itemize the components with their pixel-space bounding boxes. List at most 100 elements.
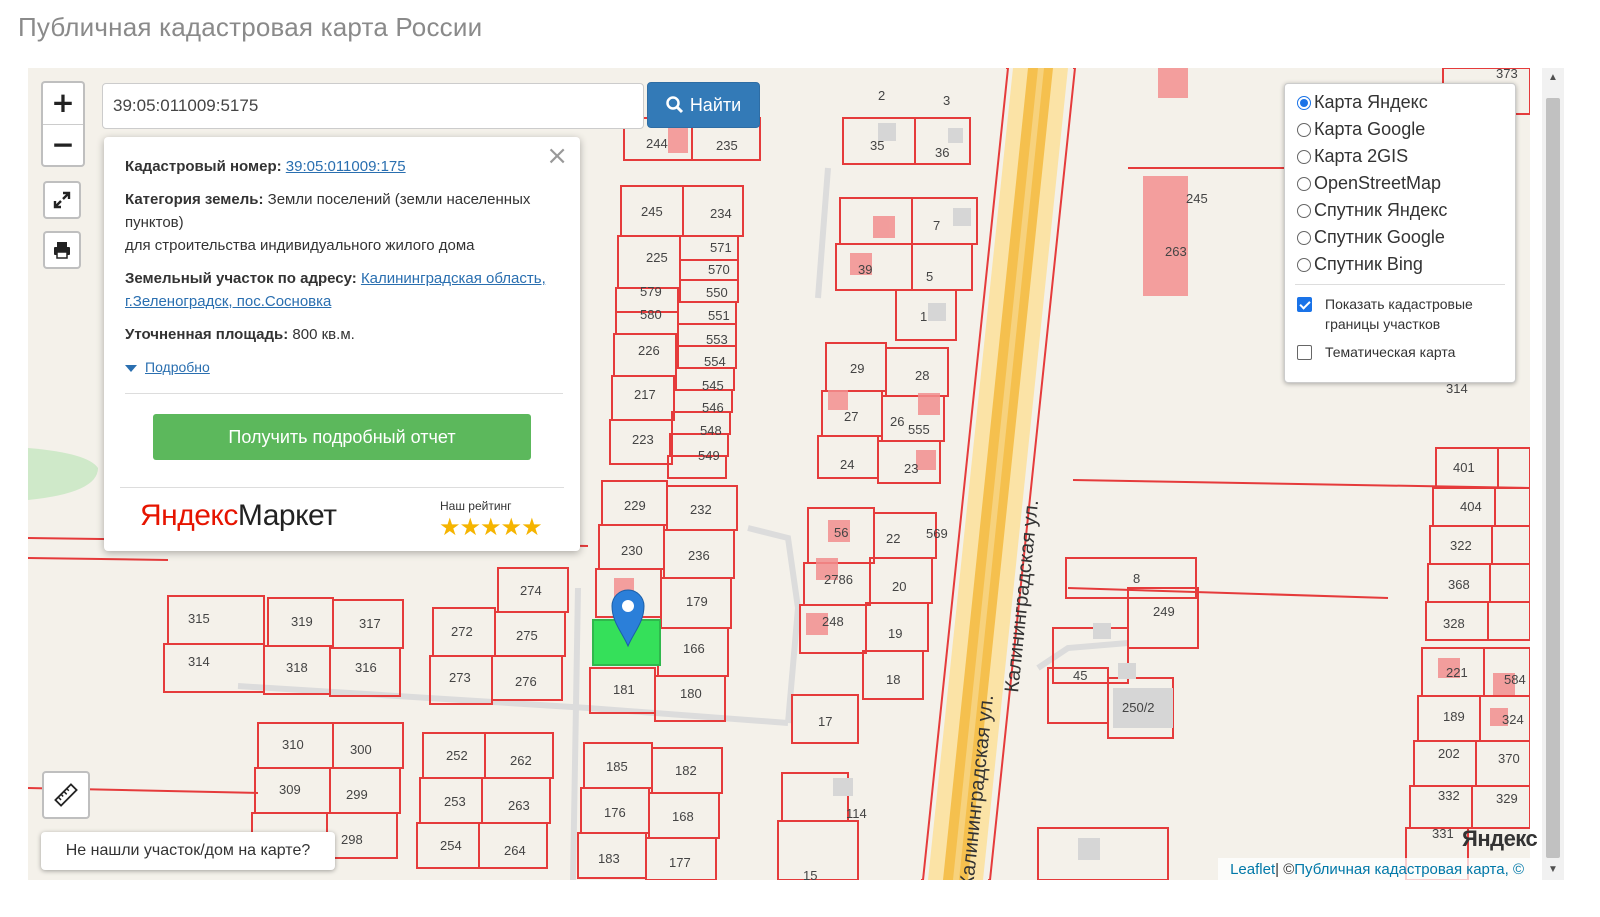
print-icon xyxy=(54,242,70,259)
fullscreen-button[interactable] xyxy=(43,181,81,219)
layer-option[interactable]: Карта 2GIS xyxy=(1297,146,1408,167)
parcel-label: 249 xyxy=(1153,604,1175,619)
layer-option-label: Карта Яндекс xyxy=(1314,92,1428,112)
pkk-link[interactable]: Публичная кадастровая карта, © xyxy=(1294,861,1524,878)
search-button[interactable]: Найти xyxy=(647,82,760,128)
scroll-thumb[interactable] xyxy=(1546,98,1560,858)
parcel-label: 317 xyxy=(359,616,381,631)
zoom-in-button[interactable]: + xyxy=(43,83,83,125)
map-attribution: Leaflet | © Публичная кадастровая карта,… xyxy=(1218,858,1530,880)
parcel-label: 24 xyxy=(840,457,854,472)
parcel-label: 45 xyxy=(1073,668,1087,683)
parcel-label: 571 xyxy=(710,240,732,255)
parcel-label: 309 xyxy=(279,782,301,797)
parcel-label: 329 xyxy=(1496,791,1518,806)
print-button[interactable] xyxy=(43,231,81,269)
scroll-down-icon[interactable]: ▼ xyxy=(1542,860,1564,880)
layer-option-label: OpenStreetMap xyxy=(1314,173,1442,193)
cadastral-number-link[interactable]: 39:05:011009:175 xyxy=(286,158,406,175)
radio-icon[interactable] xyxy=(1297,122,1311,137)
popup-divider xyxy=(125,393,563,394)
parcel-label: 20 xyxy=(892,579,906,594)
radio-icon[interactable] xyxy=(1297,230,1311,245)
parcel-label: 316 xyxy=(355,660,377,675)
parcel-label: 328 xyxy=(1443,616,1465,631)
page-title: Публичная кадастровая карта России xyxy=(18,12,483,42)
more-link[interactable]: Подробно xyxy=(145,359,210,375)
parcel-label: 322 xyxy=(1450,538,1472,553)
radio-icon[interactable] xyxy=(1297,203,1311,218)
address-label: Земельный участок по адресу: xyxy=(125,270,357,287)
address-row: Земельный участок по адресу: Калининград… xyxy=(125,267,563,313)
radio-icon[interactable] xyxy=(1297,149,1311,164)
layers-divider xyxy=(1295,284,1505,285)
area-value: 800 кв.м. xyxy=(292,326,355,343)
yandex-market-logo[interactable]: ЯндексМаркет xyxy=(140,499,337,533)
layer-option[interactable]: Карта Яндекс xyxy=(1297,92,1428,113)
category-purpose: для строительства индивидуального жилого… xyxy=(125,237,475,254)
parcel-label: 370 xyxy=(1498,751,1520,766)
rating-stars-icon: ★★★★★ xyxy=(439,513,543,541)
layer-option[interactable]: Карта Google xyxy=(1297,119,1425,140)
parcel-label: 274 xyxy=(520,583,542,598)
parcel-label: 275 xyxy=(516,628,538,643)
parcel-label: 39 xyxy=(858,262,872,277)
ruler-button[interactable] xyxy=(42,771,90,819)
layer-option[interactable]: Спутник Bing xyxy=(1297,254,1423,275)
parcel-label: 580 xyxy=(640,307,662,322)
get-report-button[interactable]: Получить подробный отчет xyxy=(153,414,531,460)
category-row: Категория земель: Земли поселений (земли… xyxy=(125,188,563,257)
checkbox-checked-icon[interactable] xyxy=(1297,297,1312,312)
parcel-label: 584 xyxy=(1504,672,1526,687)
not-found-button[interactable]: Не нашли участок/дом на карте? xyxy=(41,832,335,870)
parcel-label: 331 xyxy=(1432,826,1454,841)
parcel-label: 181 xyxy=(613,682,635,697)
parcel-label: 245 xyxy=(1186,191,1208,206)
leaflet-link[interactable]: Leaflet xyxy=(1230,861,1275,878)
scroll-up-icon[interactable]: ▲ xyxy=(1542,68,1564,88)
parcel-label: 545 xyxy=(702,378,724,393)
checkbox-unchecked-icon[interactable] xyxy=(1297,345,1312,360)
layer-option[interactable]: OpenStreetMap xyxy=(1297,173,1441,194)
category-label: Категория земель: xyxy=(125,191,264,208)
radio-selected-icon[interactable] xyxy=(1297,95,1311,110)
parcel-label: 273 xyxy=(449,670,471,685)
more-toggle[interactable]: Подробно xyxy=(125,356,563,379)
layer-option-label: Спутник Google xyxy=(1314,227,1445,247)
layer-option[interactable]: Спутник Google xyxy=(1297,227,1445,248)
radio-icon[interactable] xyxy=(1297,176,1311,191)
show-boundaries-checkbox[interactable]: Показать кадастровые границы участков xyxy=(1297,294,1485,334)
parcel-label: 168 xyxy=(672,809,694,824)
area-row: Уточненная площадь: 800 кв.м. xyxy=(125,323,563,346)
radio-icon[interactable] xyxy=(1297,257,1311,272)
zoom-control: + − xyxy=(41,81,85,167)
rating-label: Наш рейтинг xyxy=(440,499,512,513)
parcel-label: 264 xyxy=(504,843,526,858)
parcel-info-popup: × Кадастровый номер: 39:05:011009:175 Ка… xyxy=(104,137,580,551)
parcel-label: 401 xyxy=(1453,460,1475,475)
cadastral-search-input[interactable] xyxy=(102,83,644,129)
parcel-label: 7 xyxy=(933,218,940,233)
thematic-map-checkbox[interactable]: Тематическая карта xyxy=(1297,342,1455,362)
parcel-label: 182 xyxy=(675,763,697,778)
page-scrollbar[interactable]: ▲ ▼ xyxy=(1542,68,1564,880)
parcel-label: 310 xyxy=(282,737,304,752)
parcel-label: 579 xyxy=(640,284,662,299)
search-button-label: Найти xyxy=(689,94,742,115)
parcel-label: 177 xyxy=(669,855,691,870)
layer-option-label: Карта Google xyxy=(1314,119,1426,139)
parcel-label: 166 xyxy=(683,641,705,656)
parcel-label: 29 xyxy=(850,361,864,376)
attribution-separator: | © xyxy=(1275,860,1295,878)
parcel-label: 236 xyxy=(688,548,710,563)
parcel-label: 298 xyxy=(341,832,363,847)
parcel-label: 17 xyxy=(818,714,832,729)
layer-option[interactable]: Спутник Яндекс xyxy=(1297,200,1447,221)
parcel-label: 569 xyxy=(926,526,948,541)
parcel-label: 404 xyxy=(1460,499,1482,514)
zoom-out-button[interactable]: − xyxy=(43,125,83,166)
parcel-label: 114 xyxy=(846,806,867,821)
area-label: Уточненная площадь: xyxy=(125,326,289,343)
cadastral-label: Кадастровый номер: xyxy=(125,158,282,175)
parcel-label: 262 xyxy=(510,753,532,768)
